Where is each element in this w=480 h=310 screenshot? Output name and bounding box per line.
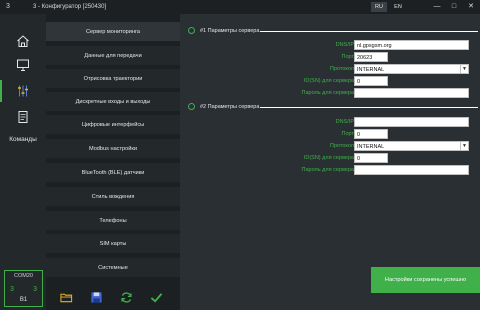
server1-password-row: Пароль для сервера [180,88,480,99]
section-divider [260,31,478,32]
server1-password-label: Пароль для сервера [301,90,354,96]
server2-port-label: Порт [341,131,354,137]
chevron-down-icon[interactable]: ▼ [460,142,468,150]
section-divider [260,107,478,108]
refresh-button[interactable] [118,289,134,305]
server1-protocol-select[interactable]: INTERNAL ▼ [354,64,469,74]
menu-item-driving-style[interactable]: Стиль вождения [46,187,180,207]
server-settings-panel: #1 Параметры сервера DNS/IP nl.gpsgsm.or… [180,14,480,310]
server1-enable-radio[interactable] [188,27,195,34]
server1-dns-input[interactable]: nl.gpsgsm.org [354,40,469,50]
success-toast: Настройки сохранены успешно [371,267,480,293]
window-title: 3 - Конфигуратор [250430] [33,4,107,10]
server2-password-label: Пароль для сервера [301,167,354,173]
server1-dns-label: DNS/IP [335,42,354,48]
menu-item-monitoring-server[interactable]: Сервер мониторинга [46,22,180,42]
server2-id-label: ID(SN) для сервера [303,155,354,161]
server2-title: #2 Параметры сервера [200,104,260,110]
settings-menu: Сервер мониторинга Данные для передачи О… [46,14,180,310]
server1-port-label: Порт [341,54,354,60]
menu-item-phones[interactable]: Телефоны [46,211,180,231]
server2-enable-radio[interactable] [188,103,195,110]
server2-protocol-row: Протокол INTERNAL ▼ [180,141,480,152]
commands-label[interactable]: Команды [0,136,46,143]
com-port-status[interactable]: COM20 3 3 B1 [4,270,43,307]
rail-settings-button[interactable] [0,80,46,102]
menu-item-track-drawing[interactable]: Отрисовка траектории [46,69,180,89]
com-port-name: COM20 [14,273,33,279]
server2-password-input[interactable] [354,165,469,175]
server1-id-input[interactable]: 0 [354,76,388,86]
server2-dns-label: DNS/IP [335,119,354,125]
server2-password-row: Пароль для сервера [180,165,480,176]
server2-port-row: Порт 0 [180,129,480,140]
server1-port-row: Порт 20623 [180,52,480,63]
server1-protocol-label: Протокол [329,66,354,72]
check-icon [150,292,162,303]
open-folder-icon [59,293,72,302]
server1-protocol-row: Протокол INTERNAL ▼ [180,64,480,75]
title-bar: 3 3 - Конфигуратор [250430] RU EN — □ ✕ [0,0,480,14]
com-right-value: 3 [33,286,37,293]
server1-dns-row: DNS/IP nl.gpsgsm.org [180,40,480,51]
server2-dns-input[interactable] [354,117,469,127]
menu-item-digital-interfaces[interactable]: Цифровые интерфейсы [46,115,180,135]
home-icon [17,35,29,47]
menu-item-discrete-io[interactable]: Дискретные входы и выходы [46,92,180,112]
rail-log-button[interactable] [0,106,46,128]
save-button[interactable] [88,289,104,305]
server1-protocol-value: INTERNAL [357,67,385,73]
monitor-icon [17,59,29,71]
com-bottom-value: B1 [19,297,28,303]
apply-button[interactable] [148,289,164,305]
server2-id-input[interactable]: 0 [354,153,388,163]
server2-protocol-value: INTERNAL [357,144,385,150]
menu-item-ble-sensors[interactable]: BlueTooth (BLE) датчики [46,163,180,183]
server2-protocol-label: Протокол [329,143,354,149]
server1-section-header: #1 Параметры сервера [188,26,478,36]
menu-item-system[interactable]: Системные [46,258,180,278]
rail-monitor-button[interactable] [0,54,46,76]
com-left-value: 3 [10,286,14,293]
server2-dns-row: DNS/IP [180,117,480,128]
server1-password-input[interactable] [354,88,469,98]
menu-toolbar [46,286,180,310]
app-icon: 3 [6,3,10,10]
server2-port-input[interactable]: 0 [354,129,388,139]
server2-id-row: ID(SN) для сервера 0 [180,153,480,164]
server1-id-label: ID(SN) для сервера [303,78,354,84]
document-icon [18,111,28,123]
rail-home-button[interactable] [0,30,46,52]
minimize-button[interactable]: — [432,2,442,12]
server1-id-row: ID(SN) для сервера 0 [180,76,480,87]
server2-protocol-select[interactable]: INTERNAL ▼ [354,141,469,151]
menu-item-transfer-data[interactable]: Данные для передачи [46,46,180,66]
close-button[interactable]: ✕ [466,2,476,12]
server1-title: #1 Параметры сервера [200,28,260,34]
menu-item-sim-cards[interactable]: SIM карты [46,234,180,254]
server2-section-header: #2 Параметры сервера [188,102,478,112]
refresh-icon [120,291,132,303]
menu-item-modbus[interactable]: Modbus настройки [46,139,180,159]
sliders-icon [18,85,28,97]
server1-port-input[interactable]: 20623 [354,52,388,62]
lang-ru-button[interactable]: RU [371,2,387,12]
maximize-button[interactable]: □ [449,2,459,12]
save-disk-icon [90,291,102,303]
lang-en-button[interactable]: EN [390,2,406,12]
open-button[interactable] [58,289,74,305]
active-indicator [0,80,2,102]
chevron-down-icon[interactable]: ▼ [460,65,468,73]
icon-rail: Команды COM20 3 3 B1 [0,14,46,310]
